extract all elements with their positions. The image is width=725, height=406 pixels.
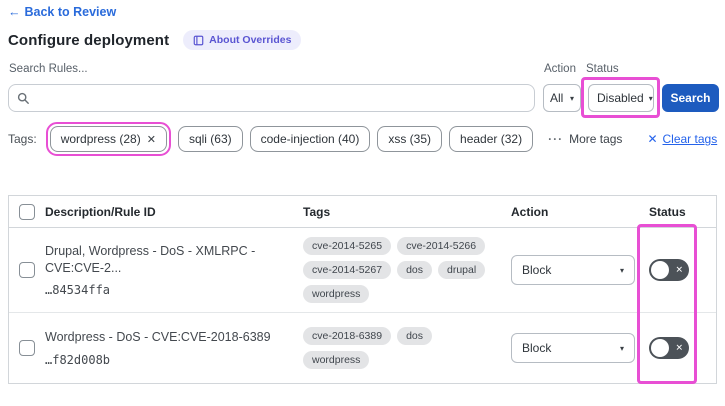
tag-pill: wordpress [303, 285, 370, 303]
tag-chip-label: code-injection (40) [260, 132, 360, 146]
header-tags: Tags [303, 204, 331, 219]
about-overrides-label: About Overrides [209, 34, 292, 46]
search-icon [17, 92, 29, 104]
status-toggle-off[interactable]: ✕ [649, 259, 689, 281]
tag-pill: cve-2018-6389 [303, 327, 392, 345]
highlight-box-wordpress-chip: wordpress (28) ✕ [45, 122, 171, 156]
toggle-off-icon: ✕ [675, 342, 683, 353]
tag-chip-header[interactable]: header (32) [449, 126, 534, 152]
clear-tags-label: Clear tags [662, 132, 718, 146]
toggle-knob [651, 339, 669, 357]
status-label: Status [586, 63, 619, 75]
chevron-down-icon: ▾ [619, 343, 624, 353]
action-label: Action [544, 63, 576, 75]
tag-chip-sqli[interactable]: sqli (63) [177, 126, 243, 152]
tag-chip-wordpress[interactable]: wordpress (28) ✕ [49, 126, 167, 152]
tag-pill: wordpress [303, 351, 370, 369]
ellipsis-icon: ··· [548, 132, 564, 146]
action-dropdown[interactable]: All ▾ [543, 84, 581, 112]
back-to-review-link[interactable]: ← Back to Review [8, 5, 116, 19]
chevron-down-icon: ▾ [569, 93, 574, 103]
tag-chip-xss[interactable]: xss (35) [377, 126, 443, 152]
remove-tag-icon[interactable]: ✕ [147, 133, 156, 146]
row-checkbox[interactable] [19, 262, 35, 278]
tag-chip-label: xss (35) [388, 132, 432, 146]
action-select-value: Block [522, 341, 552, 355]
rule-tags: cve-2014-5265 cve-2014-5266 cve-2014-526… [303, 237, 503, 303]
rule-tags: cve-2018-6389 dos wordpress [303, 327, 503, 369]
configure-deployment-page: ← Back to Review Configure deployment Abo… [0, 0, 725, 406]
status-dropdown-value: Disabled [597, 91, 644, 105]
back-arrow-icon: ← [8, 5, 21, 19]
chevron-down-icon: ▾ [648, 93, 653, 103]
rule-description: Drupal, Wordpress - DoS - XMLRPC - CVE:C… [45, 244, 256, 275]
about-overrides-badge[interactable]: About Overrides [183, 30, 302, 50]
action-select[interactable]: Block ▾ [511, 255, 635, 285]
tag-chip-label: header (32) [460, 132, 523, 146]
action-select[interactable]: Block ▾ [511, 333, 635, 363]
table-header-row: Description/Rule ID Tags Action Status [9, 196, 716, 228]
table-row: Drupal, Wordpress - DoS - XMLRPC - CVE:C… [9, 228, 716, 313]
search-rules-input[interactable] [36, 91, 526, 105]
header-status: Status [649, 204, 686, 219]
search-rules-label: Search Rules... [9, 63, 88, 75]
tag-pill: drupal [438, 261, 486, 279]
clear-icon: ✕ [647, 132, 658, 146]
chevron-down-icon: ▾ [619, 265, 624, 275]
action-dropdown-value: All [550, 91, 564, 105]
tag-pill: cve-2014-5265 [303, 237, 392, 255]
tag-chip-label: sqli (63) [188, 132, 232, 146]
status-toggle-off[interactable]: ✕ [649, 337, 689, 359]
table-row: Wordpress - DoS - CVE:CVE-2018-6389 …f82… [9, 313, 716, 383]
rule-id: …84534ffa [45, 282, 111, 297]
more-tags-button[interactable]: ··· More tags [548, 132, 622, 146]
rule-description: Wordpress - DoS - CVE:CVE-2018-6389 [45, 330, 271, 345]
tag-pill: dos [397, 261, 432, 279]
clear-tags-button[interactable]: ✕ Clear tags [647, 132, 717, 146]
select-all-checkbox[interactable] [19, 203, 35, 220]
back-link-label: Back to Review [24, 5, 117, 19]
status-dropdown[interactable]: Disabled ▾ [588, 84, 654, 112]
action-select-value: Block [522, 263, 552, 277]
tag-pill: dos [397, 327, 432, 345]
tags-label: Tags: [8, 132, 37, 146]
rules-table: Description/Rule ID Tags Action Status D… [8, 195, 717, 384]
header-action: Action [511, 204, 549, 219]
row-checkbox[interactable] [19, 340, 35, 356]
more-tags-label: More tags [569, 132, 623, 146]
header-description: Description/Rule ID [45, 204, 156, 219]
tag-chip-label: wordpress (28) [60, 132, 141, 146]
tag-pill: cve-2014-5266 [397, 237, 486, 255]
search-button[interactable]: Search [662, 84, 719, 112]
rule-id: …f82d008b [45, 352, 111, 367]
search-rules-field[interactable] [8, 84, 535, 112]
toggle-knob [651, 261, 669, 279]
tags-bar: Tags: wordpress (28) ✕ sqli (63) code-in… [8, 122, 717, 156]
book-icon [193, 35, 204, 45]
page-title: Configure deployment [8, 31, 170, 49]
title-row: Configure deployment About Overrides [8, 30, 302, 50]
tag-pill: cve-2014-5267 [303, 261, 392, 279]
toggle-off-icon: ✕ [675, 264, 683, 275]
tag-chip-code-injection[interactable]: code-injection (40) [249, 126, 371, 152]
